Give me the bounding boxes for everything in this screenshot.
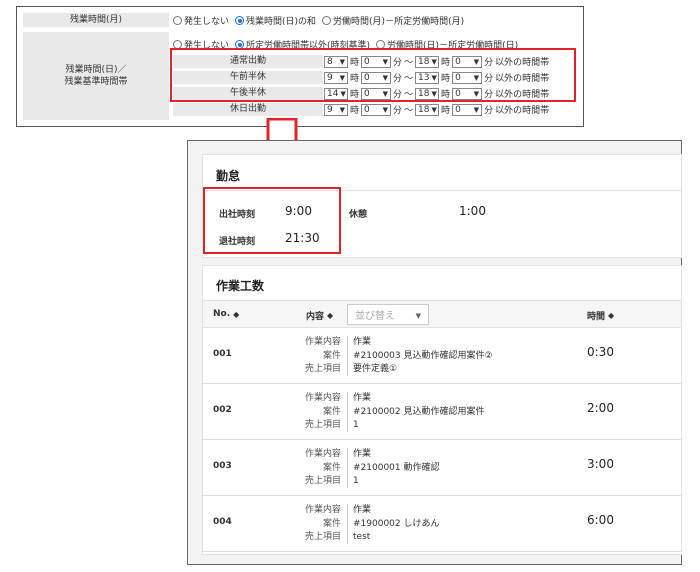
start-hour-select[interactable]: 9 ▼ [324,103,348,116]
divider [347,336,348,376]
radio-icon[interactable] [235,16,245,25]
column-time-header[interactable]: 時間 ◆ [587,309,614,322]
radio-icon[interactable] [322,16,332,25]
end-hour-select[interactable]: 18 ▼ [415,103,440,116]
sort-icon: ◆ [608,311,615,320]
start-minute-select[interactable]: 0 ▼ [361,103,392,116]
chevron-down-icon: ▼ [415,312,421,320]
table-row[interactable]: 003 作業内容 案件 売上項目 作業 #2100001 動作確認 1 3:00 [203,440,681,496]
worktime-card: 作業工数 No. ◆ 内容 ◆ 並び替え ▼ 時間 ◆ 001 作業内容 案件 売上項目 作… [202,265,682,555]
attendance-title: 勤怠 [216,169,241,183]
sort-icon: ◆ [327,311,334,320]
row-values: 作業 #2100003 見込動作確認用案件② 要件定義① [353,337,493,374]
table-row[interactable]: 001 作業内容 案件 売上項目 作業 #2100003 見込動作確認用案件② 要件定義… [203,328,681,384]
row-values: 作業 #2100001 動作確認 1 [353,449,440,486]
row-keys: 作業内容 案件 売上項目 [304,449,341,486]
highlight-box-time-rows [170,48,576,102]
worktime-title: 作業工数 [216,279,265,293]
overtime-day-label: 残業時間(日)／ 残業基準時間帯 [23,32,169,120]
row-time: 0:30 [587,345,614,359]
table-row[interactable]: 002 作業内容 案件 売上項目 作業 #2100002 見込動作確認用案件 1 2:0… [203,384,681,440]
sort-icon: ◆ [233,309,240,319]
table-row[interactable]: 004 作業内容 案件 売上項目 作業 #1900002 しけあん test 6:00 [203,496,681,552]
highlight-box-clock-times [203,187,341,254]
table-header: No. ◆ 内容 ◆ 並び替え ▼ 時間 ◆ [203,300,681,328]
row-number: 001 [213,349,232,359]
overtime-month-label: 残業時間(月) [23,13,169,27]
row-time: 6:00 [587,513,614,527]
row-keys: 作業内容 案件 売上項目 [304,393,341,430]
time-row-label: 休日出勤 [173,103,323,116]
break-label: 休憩 [349,210,368,220]
sort-select[interactable]: 並び替え ▼ [347,304,429,325]
row-number: 002 [213,405,232,415]
chevron-down-icon: ▼ [431,105,437,114]
row-keys: 作業内容 案件 売上項目 [304,505,341,542]
divider [347,504,348,544]
divider [347,392,348,432]
chevron-down-icon: ▼ [382,105,389,114]
chevron-down-icon: ▼ [473,105,480,114]
row-number: 004 [213,517,232,527]
end-minute-select[interactable]: 0 ▼ [452,103,483,116]
row-time: 2:00 [587,401,614,415]
column-content-header[interactable]: 内容 ◆ [306,309,333,322]
chevron-down-icon: ▼ [339,105,345,114]
break-value: 1:00 [459,204,486,218]
radio-icon[interactable] [173,16,182,25]
row-time: 3:00 [587,457,614,471]
time-row-holiday: 休日出勤 9 ▼ 時 0 ▼ 分～ 18 ▼ 時 0 ▼ 分以外の時間帯 [173,102,573,117]
overtime-month-radio-group: 発生しない 残業時間(日)の和 労働時間(月)－所定労働時間(月) [173,14,470,27]
column-no-header[interactable]: No. ◆ [213,309,239,319]
row-values: 作業 #2100002 見込動作確認用案件 1 [353,393,485,430]
row-number: 003 [213,461,232,471]
row-keys: 作業内容 案件 売上項目 [304,337,341,374]
row-values: 作業 #1900002 しけあん test [353,505,440,542]
divider [347,448,348,488]
